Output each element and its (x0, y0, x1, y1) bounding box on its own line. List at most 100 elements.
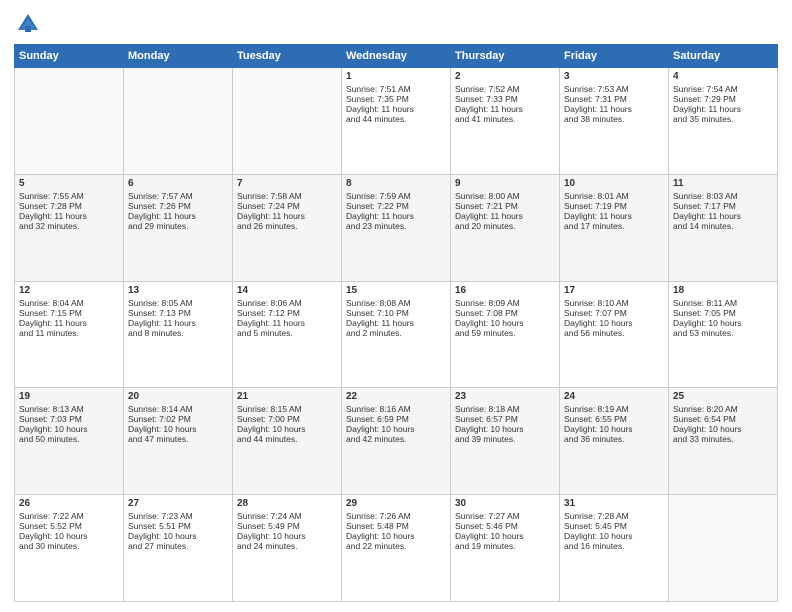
day-info: Daylight: 10 hours (19, 531, 119, 541)
calendar-row-2: 12Sunrise: 8:04 AMSunset: 7:15 PMDayligh… (15, 281, 778, 388)
day-info: Sunset: 6:54 PM (673, 414, 773, 424)
day-info: Sunset: 6:55 PM (564, 414, 664, 424)
day-info: and 32 minutes. (19, 221, 119, 231)
day-info: and 53 minutes. (673, 328, 773, 338)
day-info: and 59 minutes. (455, 328, 555, 338)
day-info: Sunrise: 8:01 AM (564, 191, 664, 201)
day-info: Sunrise: 8:04 AM (19, 298, 119, 308)
day-info: Daylight: 11 hours (673, 104, 773, 114)
weekday-thursday: Thursday (451, 45, 560, 68)
calendar-cell: 24Sunrise: 8:19 AMSunset: 6:55 PMDayligh… (560, 388, 669, 495)
day-info: and 27 minutes. (128, 541, 228, 551)
day-number: 9 (455, 178, 555, 189)
calendar-cell: 17Sunrise: 8:10 AMSunset: 7:07 PMDayligh… (560, 281, 669, 388)
day-info: Sunset: 7:29 PM (673, 94, 773, 104)
day-number: 18 (673, 285, 773, 296)
day-number: 23 (455, 391, 555, 402)
day-number: 19 (19, 391, 119, 402)
day-number: 8 (346, 178, 446, 189)
day-number: 21 (237, 391, 337, 402)
day-info: Sunrise: 8:08 AM (346, 298, 446, 308)
calendar-cell: 23Sunrise: 8:18 AMSunset: 6:57 PMDayligh… (451, 388, 560, 495)
calendar-cell: 31Sunrise: 7:28 AMSunset: 5:45 PMDayligh… (560, 495, 669, 602)
calendar-row-1: 5Sunrise: 7:55 AMSunset: 7:28 PMDaylight… (15, 174, 778, 281)
day-info: and 14 minutes. (673, 221, 773, 231)
day-info: Sunset: 5:45 PM (564, 521, 664, 531)
calendar-cell: 2Sunrise: 7:52 AMSunset: 7:33 PMDaylight… (451, 68, 560, 175)
day-info: Daylight: 11 hours (455, 211, 555, 221)
logo-icon (14, 10, 42, 38)
calendar-cell: 5Sunrise: 7:55 AMSunset: 7:28 PMDaylight… (15, 174, 124, 281)
weekday-saturday: Saturday (669, 45, 778, 68)
calendar-cell: 13Sunrise: 8:05 AMSunset: 7:13 PMDayligh… (124, 281, 233, 388)
weekday-tuesday: Tuesday (233, 45, 342, 68)
day-info: Daylight: 11 hours (237, 211, 337, 221)
day-info: Sunrise: 8:20 AM (673, 404, 773, 414)
day-info: Daylight: 11 hours (455, 104, 555, 114)
calendar-cell: 16Sunrise: 8:09 AMSunset: 7:08 PMDayligh… (451, 281, 560, 388)
calendar-cell: 21Sunrise: 8:15 AMSunset: 7:00 PMDayligh… (233, 388, 342, 495)
day-info: and 23 minutes. (346, 221, 446, 231)
day-info: Sunrise: 7:22 AM (19, 511, 119, 521)
day-info: Sunset: 7:35 PM (346, 94, 446, 104)
day-info: Sunset: 5:48 PM (346, 521, 446, 531)
day-info: Daylight: 10 hours (346, 424, 446, 434)
day-info: and 17 minutes. (564, 221, 664, 231)
day-info: Sunset: 7:33 PM (455, 94, 555, 104)
weekday-friday: Friday (560, 45, 669, 68)
day-info: Sunrise: 7:57 AM (128, 191, 228, 201)
calendar-cell: 18Sunrise: 8:11 AMSunset: 7:05 PMDayligh… (669, 281, 778, 388)
day-number: 7 (237, 178, 337, 189)
day-info: Sunset: 7:00 PM (237, 414, 337, 424)
day-info: and 5 minutes. (237, 328, 337, 338)
day-number: 1 (346, 71, 446, 82)
day-info: Sunrise: 8:16 AM (346, 404, 446, 414)
day-info: Sunrise: 8:05 AM (128, 298, 228, 308)
day-info: and 56 minutes. (564, 328, 664, 338)
calendar-cell: 7Sunrise: 7:58 AMSunset: 7:24 PMDaylight… (233, 174, 342, 281)
calendar-cell: 10Sunrise: 8:01 AMSunset: 7:19 PMDayligh… (560, 174, 669, 281)
day-info: and 30 minutes. (19, 541, 119, 551)
day-info: Sunrise: 7:54 AM (673, 84, 773, 94)
day-info: Daylight: 10 hours (455, 424, 555, 434)
calendar-cell: 27Sunrise: 7:23 AMSunset: 5:51 PMDayligh… (124, 495, 233, 602)
day-number: 2 (455, 71, 555, 82)
page: SundayMondayTuesdayWednesdayThursdayFrid… (0, 0, 792, 612)
day-info: and 44 minutes. (237, 434, 337, 444)
day-info: Daylight: 11 hours (564, 211, 664, 221)
day-number: 17 (564, 285, 664, 296)
day-number: 27 (128, 498, 228, 509)
day-info: Sunset: 7:05 PM (673, 308, 773, 318)
day-info: Daylight: 10 hours (346, 531, 446, 541)
day-number: 11 (673, 178, 773, 189)
calendar-cell: 19Sunrise: 8:13 AMSunset: 7:03 PMDayligh… (15, 388, 124, 495)
day-info: Sunset: 7:02 PM (128, 414, 228, 424)
day-number: 16 (455, 285, 555, 296)
weekday-sunday: Sunday (15, 45, 124, 68)
day-info: Sunset: 7:07 PM (564, 308, 664, 318)
day-info: Daylight: 11 hours (346, 318, 446, 328)
day-number: 15 (346, 285, 446, 296)
calendar-cell: 11Sunrise: 8:03 AMSunset: 7:17 PMDayligh… (669, 174, 778, 281)
day-info: Sunrise: 7:51 AM (346, 84, 446, 94)
day-info: Daylight: 11 hours (19, 211, 119, 221)
day-info: Sunrise: 7:28 AM (564, 511, 664, 521)
day-info: Sunrise: 7:55 AM (19, 191, 119, 201)
weekday-header-row: SundayMondayTuesdayWednesdayThursdayFrid… (15, 45, 778, 68)
day-info: Sunset: 7:28 PM (19, 201, 119, 211)
day-info: Sunset: 5:52 PM (19, 521, 119, 531)
day-info: and 2 minutes. (346, 328, 446, 338)
day-info: Daylight: 10 hours (19, 424, 119, 434)
day-info: Sunrise: 7:27 AM (455, 511, 555, 521)
day-info: Daylight: 11 hours (19, 318, 119, 328)
day-info: Sunset: 7:22 PM (346, 201, 446, 211)
day-info: Sunrise: 7:53 AM (564, 84, 664, 94)
day-info: Sunrise: 7:23 AM (128, 511, 228, 521)
day-info: Daylight: 10 hours (237, 531, 337, 541)
calendar-row-4: 26Sunrise: 7:22 AMSunset: 5:52 PMDayligh… (15, 495, 778, 602)
day-number: 20 (128, 391, 228, 402)
calendar-cell: 3Sunrise: 7:53 AMSunset: 7:31 PMDaylight… (560, 68, 669, 175)
calendar-cell (233, 68, 342, 175)
day-info: Daylight: 10 hours (564, 318, 664, 328)
day-info: and 44 minutes. (346, 114, 446, 124)
